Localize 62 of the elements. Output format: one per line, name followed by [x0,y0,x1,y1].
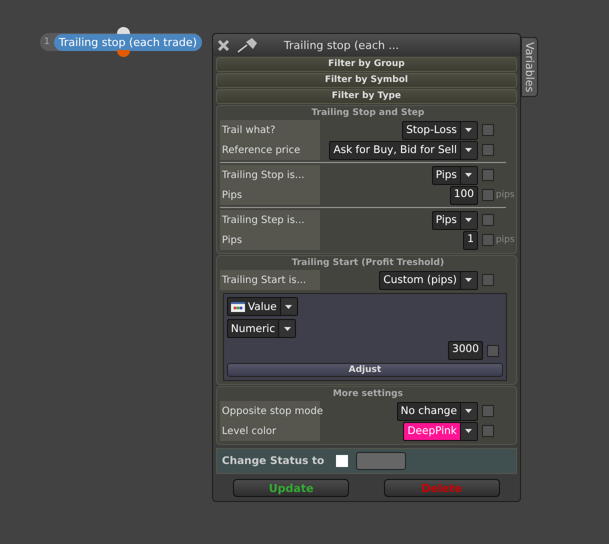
dropdown-button[interactable] [278,320,296,337]
caret-icon [465,429,472,433]
field-label: Trail what? [220,120,320,140]
number-field[interactable]: 100 [450,186,478,204]
checkbox[interactable] [482,425,494,437]
caret-icon [284,326,291,330]
section-title: Trailing Stop and Step [310,107,426,120]
close-icon[interactable] [216,38,230,52]
section-title: More settings [332,388,404,401]
field-label: Trailing Step is... [220,210,320,230]
input-port[interactable] [117,27,130,34]
field-label: Trailing Stop is... [220,165,320,185]
number-field[interactable]: 1 [463,230,478,250]
checkbox[interactable] [482,124,494,136]
dropdown-button[interactable] [460,166,477,184]
field-label: Reference price [220,140,320,160]
checkbox[interactable] [482,169,494,181]
unit-label: pips [496,190,515,200]
field-label: Pips [220,230,320,250]
field-label: Opposite stop mode [220,401,320,421]
dropdown-button[interactable] [460,272,477,288]
node-pill[interactable]: 1 Trailing stop (each trade) [40,33,202,51]
filter-header[interactable]: Filter by Type [216,89,517,104]
dropdown-button[interactable] [460,122,477,138]
field-label: Level color [220,421,320,441]
dropdown-button[interactable] [460,402,477,420]
filter-header[interactable]: Filter by Group [216,57,517,72]
node-label: Trailing stop (each trade) [54,34,202,50]
status-field[interactable] [356,452,406,470]
caret-icon [465,409,472,413]
filter-header[interactable]: Filter by Symbol [216,73,517,88]
node-index: 1 [43,37,51,47]
caret-icon [465,128,472,132]
caret-icon [465,218,472,222]
dropdown-button[interactable] [460,212,477,228]
section-title: Trailing Start (Profit Treshold) [290,257,446,270]
caret-icon [465,278,472,282]
caret-icon [465,148,472,152]
field-label: Trailing Start is... [220,270,320,290]
checkbox[interactable] [336,455,348,467]
window-icon [230,302,245,312]
caret-icon [285,304,292,308]
checkbox[interactable] [482,214,494,226]
unit-label: pips [496,235,515,245]
window-title: Trailing stop (each ... [284,38,399,52]
number-field[interactable]: 3000 [448,341,483,360]
checkbox[interactable] [486,344,499,356]
status-label: Change Status to [222,455,324,467]
update-button[interactable]: Update [233,479,350,497]
output-port[interactable] [117,50,130,57]
dropdown-button[interactable] [460,142,477,158]
checkbox[interactable] [482,144,494,156]
dropdown-button[interactable] [460,422,477,440]
dropdown-button[interactable] [280,298,297,315]
checkbox[interactable] [482,189,494,201]
variables-tab[interactable]: Variables [520,37,538,98]
caret-icon [465,173,472,177]
checkbox[interactable] [482,405,494,417]
checkbox[interactable] [482,274,494,286]
checkbox[interactable] [482,234,494,246]
field-label: Pips [220,185,320,205]
adjust-button[interactable]: Adjust [226,363,503,377]
